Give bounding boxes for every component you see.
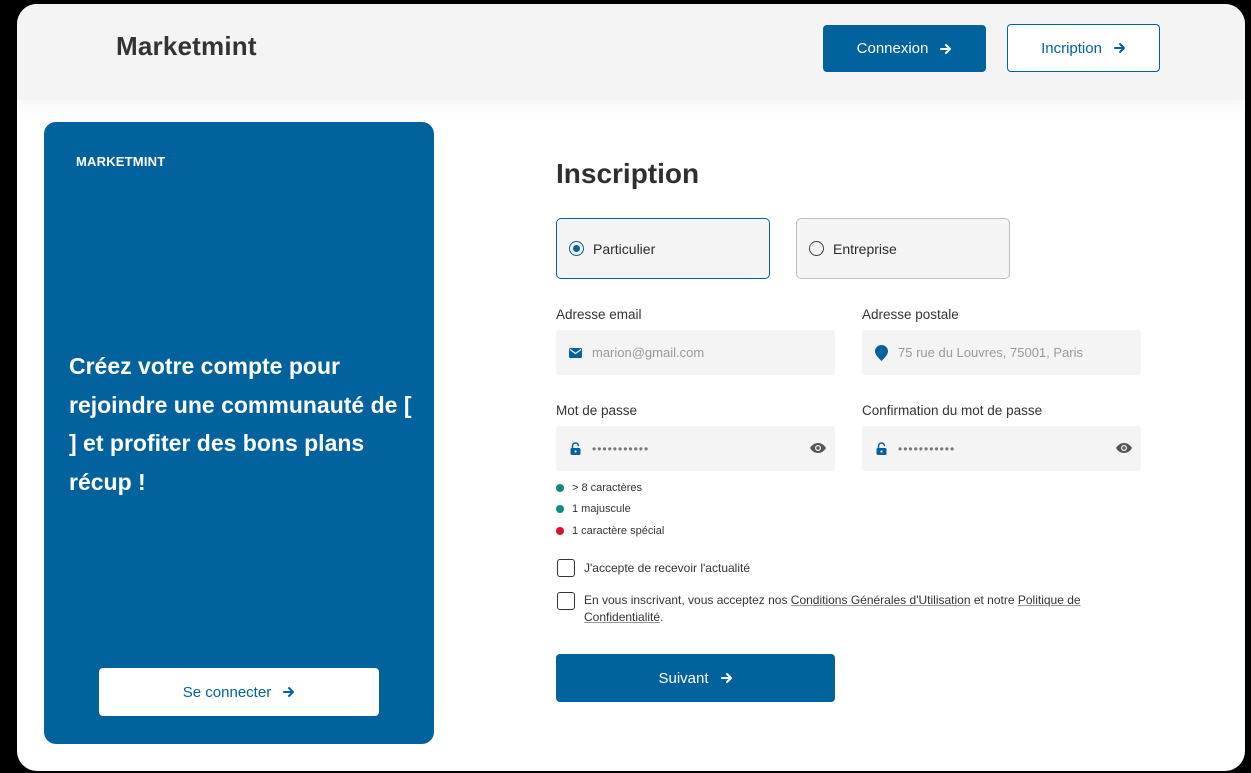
password-confirm-value: ••••••••••• — [898, 441, 956, 456]
terms-text: En vous inscrivant, vous acceptez nos Co… — [584, 592, 1147, 626]
promo-brand: MARKETMINT — [76, 154, 166, 169]
eye-icon[interactable] — [1115, 440, 1133, 456]
radio-selected-icon — [569, 241, 584, 256]
password-rule: > 8 caractères — [556, 477, 664, 499]
account-type-particulier[interactable]: Particulier — [556, 218, 770, 279]
panel-login-label: Se connecter — [182, 683, 272, 701]
terms-checkbox[interactable] — [557, 592, 575, 610]
lock-icon — [874, 442, 888, 456]
newsletter-label: J'accepte de recevoir l'actualité — [584, 560, 751, 575]
account-type-entreprise[interactable]: Entreprise — [796, 218, 1010, 279]
newsletter-row: J'accepte de recevoir l'actualité — [557, 559, 750, 577]
mail-icon — [568, 346, 582, 360]
password-rules: > 8 caractères 1 majuscule 1 caractère s… — [556, 477, 664, 542]
terms-prefix: En vous inscrivant, vous acceptez nos — [584, 593, 791, 607]
app-window: Marketmint Connexion Incription MARKETMI… — [17, 4, 1245, 771]
terms-row: En vous inscrivant, vous acceptez nos Co… — [557, 592, 1147, 626]
password-label: Mot de passe — [556, 403, 638, 418]
account-type-label: Particulier — [593, 240, 656, 257]
address-placeholder: 75 rue du Louvres, 75001, Paris — [898, 345, 1084, 360]
login-button[interactable]: Connexion — [823, 25, 986, 72]
location-pin-icon — [874, 344, 888, 361]
signup-button[interactable]: Incription — [1007, 24, 1160, 72]
cgu-link[interactable]: Conditions Générales d'Utilisation — [791, 593, 971, 607]
next-button-label: Suivant — [658, 669, 709, 687]
next-button[interactable]: Suivant — [556, 654, 835, 702]
panel-login-button[interactable]: Se connecter — [99, 668, 379, 716]
eye-icon[interactable] — [809, 440, 827, 456]
brand-logo[interactable]: Marketmint — [116, 31, 257, 62]
email-field[interactable]: marion@gmail.com — [556, 330, 835, 375]
email-label: Adresse email — [556, 307, 642, 322]
password-rule: 1 caractère spécial — [556, 520, 664, 542]
rule-error-dot — [556, 526, 564, 535]
password-value: ••••••••••• — [592, 441, 650, 456]
arrow-right-icon — [283, 686, 295, 698]
arrow-right-icon — [940, 43, 952, 55]
top-navbar: Marketmint Connexion Incription — [17, 4, 1245, 100]
account-type-label: Entreprise — [833, 240, 897, 257]
password-confirm-field[interactable]: ••••••••••• — [862, 426, 1141, 471]
signup-button-label: Incription — [1041, 39, 1102, 57]
password-confirm-label: Confirmation du mot de passe — [862, 403, 1043, 418]
radio-unselected-icon — [809, 241, 824, 256]
address-label: Adresse postale — [862, 307, 959, 322]
rule-ok-dot — [556, 505, 564, 514]
terms-suffix: . — [660, 610, 664, 624]
form-title: Inscription — [556, 158, 700, 189]
password-field[interactable]: ••••••••••• — [556, 426, 835, 471]
address-field[interactable]: 75 rue du Louvres, 75001, Paris — [862, 330, 1141, 375]
rule-text: 1 caractère spécial — [572, 524, 665, 537]
arrow-right-icon — [1113, 42, 1126, 54]
promo-panel: MARKETMINT Créez votre compte pour rejoi… — [44, 122, 434, 744]
arrow-right-icon — [720, 672, 733, 684]
promo-text: Créez votre compte pour rejoindre une co… — [69, 353, 412, 495]
lock-icon — [568, 442, 582, 456]
email-placeholder: marion@gmail.com — [592, 345, 705, 360]
password-rule: 1 majuscule — [556, 499, 664, 521]
rule-text: > 8 caractères — [572, 481, 643, 494]
terms-middle: et notre — [970, 593, 1018, 607]
newsletter-checkbox[interactable] — [557, 559, 575, 577]
rule-ok-dot — [556, 483, 564, 492]
login-button-label: Connexion — [856, 40, 929, 57]
rule-text: 1 majuscule — [572, 503, 631, 516]
